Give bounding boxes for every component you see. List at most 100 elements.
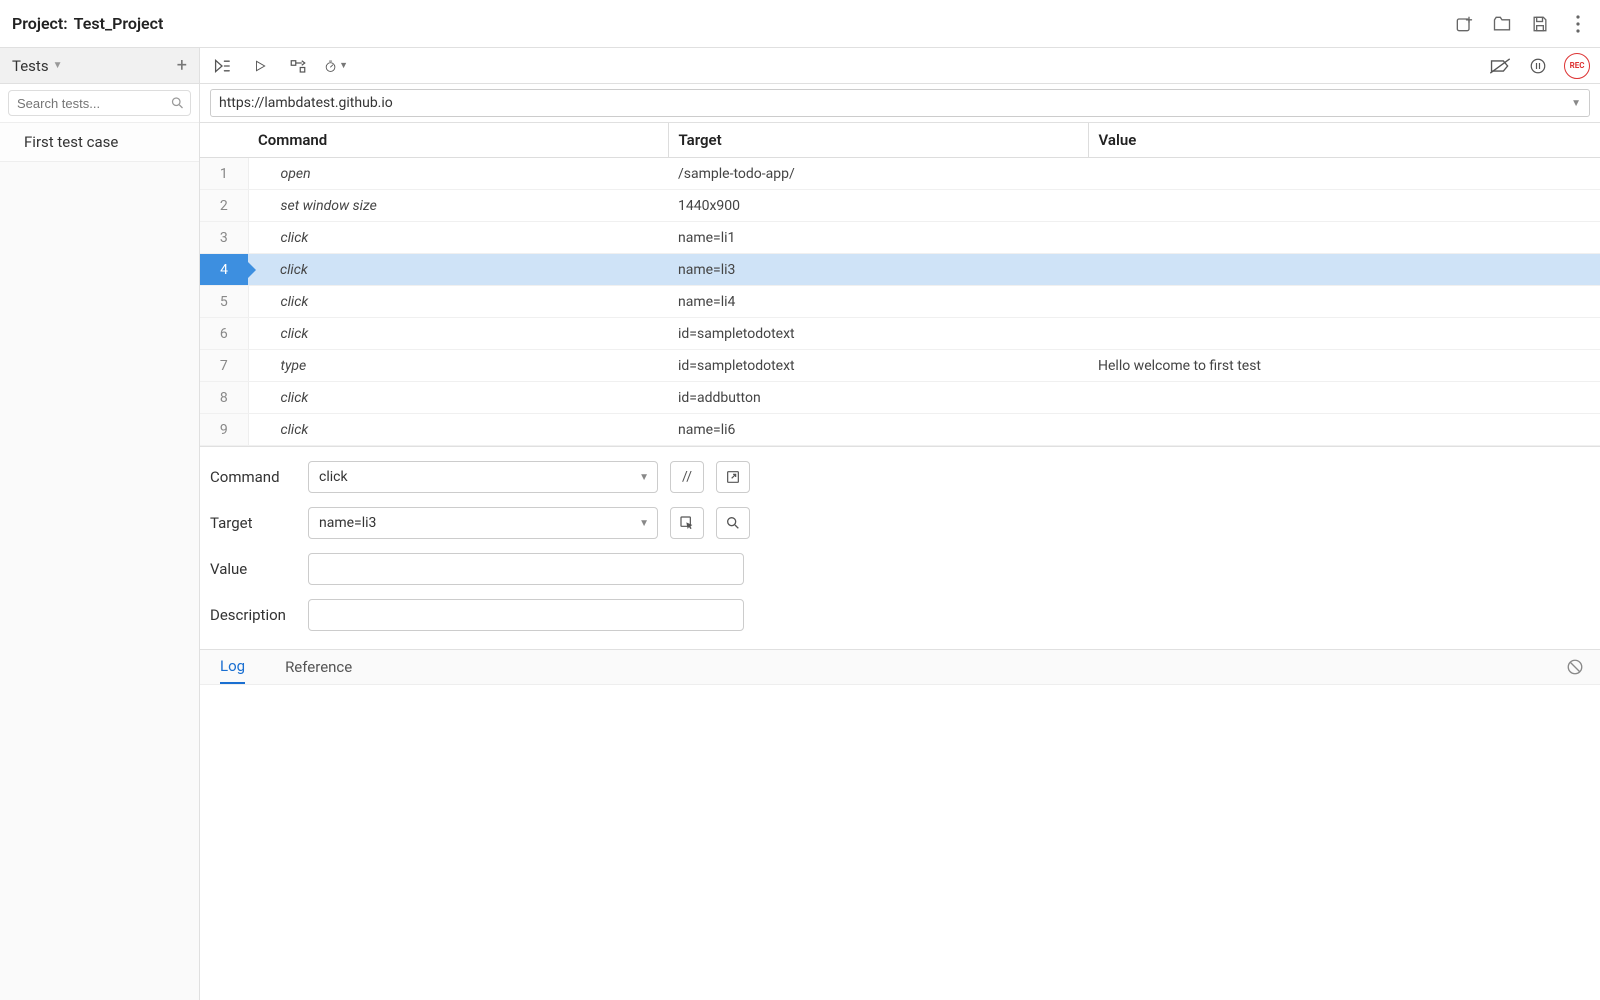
command-row[interactable]: 8clickid=addbutton — [200, 382, 1600, 414]
row-target: id=sampletodotext — [668, 318, 1088, 350]
clear-log-icon[interactable] — [1566, 658, 1584, 676]
row-number: 1 — [200, 158, 248, 190]
base-url-input[interactable]: https://lambdatest.github.io ▼ — [210, 89, 1590, 117]
tab-reference[interactable]: Reference — [285, 651, 352, 683]
step-over-button[interactable] — [286, 54, 310, 78]
row-number: 7 — [200, 350, 248, 382]
row-command: click — [248, 286, 668, 318]
row-target: name=li1 — [668, 222, 1088, 254]
command-row[interactable]: 4clickname=li3 — [200, 254, 1600, 286]
row-command: click — [248, 414, 668, 446]
select-element-button[interactable] — [670, 507, 704, 539]
editor-description-input[interactable] — [319, 607, 733, 623]
col-value-header: Value — [1088, 123, 1600, 158]
row-number: 8 — [200, 382, 248, 414]
editor-target-select[interactable]: name=li3 ▼ — [308, 507, 658, 539]
tests-dropdown[interactable]: Tests ▼ — [12, 57, 62, 75]
log-tabs: Log Reference — [200, 649, 1600, 685]
new-project-icon[interactable] — [1454, 14, 1474, 34]
app-header: Project: Test_Project — [0, 0, 1600, 48]
project-label: Project: — [12, 14, 68, 33]
editor-value-input[interactable] — [319, 561, 733, 577]
open-new-window-button[interactable] — [716, 461, 750, 493]
row-value — [1088, 222, 1600, 254]
project-name: Test_Project — [74, 14, 164, 33]
row-target: name=li4 — [668, 286, 1088, 318]
record-button[interactable]: REC — [1564, 53, 1590, 79]
col-command-header: Command — [248, 123, 668, 158]
chevron-down-icon: ▼ — [639, 472, 649, 483]
tests-label: Tests — [12, 57, 49, 75]
row-command: open — [248, 158, 668, 190]
tab-log[interactable]: Log — [220, 650, 245, 684]
row-target: name=li3 — [668, 254, 1088, 286]
row-value: Hello welcome to first test — [1088, 350, 1600, 382]
chevron-down-icon: ▼ — [639, 518, 649, 529]
speed-control[interactable]: ▼ — [324, 54, 348, 78]
command-table: Command Target Value 1open/sample-todo-a… — [200, 123, 1600, 446]
row-number: 9 — [200, 414, 248, 446]
row-value — [1088, 318, 1600, 350]
row-command: set window size — [248, 190, 668, 222]
editor-target-value: name=li3 — [319, 515, 376, 531]
row-value — [1088, 414, 1600, 446]
row-value — [1088, 158, 1600, 190]
row-number: 6 — [200, 318, 248, 350]
editor-command-select[interactable]: click ▼ — [308, 461, 658, 493]
row-value — [1088, 254, 1600, 286]
command-row[interactable]: 9clickname=li6 — [200, 414, 1600, 446]
row-value — [1088, 286, 1600, 318]
editor-command-value: click — [319, 469, 348, 485]
row-number: 2 — [200, 190, 248, 222]
row-number: 5 — [200, 286, 248, 318]
open-folder-icon[interactable] — [1492, 14, 1512, 34]
command-row[interactable]: 6clickid=sampletodotext — [200, 318, 1600, 350]
row-command: click — [248, 222, 668, 254]
command-editor: Command click ▼ // Target name=li3 — [200, 446, 1600, 649]
row-command: click — [248, 254, 668, 286]
command-row[interactable]: 3clickname=li1 — [200, 222, 1600, 254]
chevron-down-icon: ▼ — [1571, 98, 1581, 109]
command-row[interactable]: 2set window size1440x900 — [200, 190, 1600, 222]
run-all-button[interactable] — [210, 54, 234, 78]
record-label: REC — [1570, 61, 1585, 70]
row-target: name=li6 — [668, 414, 1088, 446]
row-number: 4 — [200, 254, 248, 286]
row-value — [1088, 382, 1600, 414]
chevron-down-icon: ▼ — [53, 60, 63, 71]
command-row[interactable]: 7typeid=sampletodotextHello welcome to f… — [200, 350, 1600, 382]
test-item[interactable]: First test case — [0, 123, 199, 162]
disable-breakpoints-icon[interactable] — [1488, 54, 1512, 78]
more-menu-icon[interactable] — [1568, 14, 1588, 34]
command-row[interactable]: 1open/sample-todo-app/ — [200, 158, 1600, 190]
slash-label: // — [682, 469, 692, 485]
row-target: /sample-todo-app/ — [668, 158, 1088, 190]
row-target: id=sampletodotext — [668, 350, 1088, 382]
command-row[interactable]: 5clickname=li4 — [200, 286, 1600, 318]
row-command: click — [248, 382, 668, 414]
chevron-down-icon: ▼ — [339, 60, 348, 71]
row-target: 1440x900 — [668, 190, 1088, 222]
save-icon[interactable] — [1530, 14, 1550, 34]
row-number: 3 — [200, 222, 248, 254]
toggle-comment-button[interactable]: // — [670, 461, 704, 493]
col-target-header: Target — [668, 123, 1088, 158]
play-button[interactable] — [248, 54, 272, 78]
editor-value-label: Value — [210, 560, 296, 578]
test-toolbar: ▼ REC — [200, 48, 1600, 84]
log-area — [200, 685, 1600, 1000]
col-num-header — [200, 123, 248, 158]
base-url-text: https://lambdatest.github.io — [219, 95, 393, 111]
editor-desc-label: Description — [210, 606, 296, 624]
add-test-button[interactable]: + — [177, 57, 187, 75]
row-value — [1088, 190, 1600, 222]
tests-sidebar: Tests ▼ + First test case — [0, 48, 200, 1000]
editor-command-label: Command — [210, 468, 296, 486]
search-tests-input[interactable] — [8, 90, 191, 116]
find-element-button[interactable] — [716, 507, 750, 539]
row-target: id=addbutton — [668, 382, 1088, 414]
row-command: type — [248, 350, 668, 382]
row-command: click — [248, 318, 668, 350]
editor-target-label: Target — [210, 514, 296, 532]
pause-on-exception-icon[interactable] — [1526, 54, 1550, 78]
